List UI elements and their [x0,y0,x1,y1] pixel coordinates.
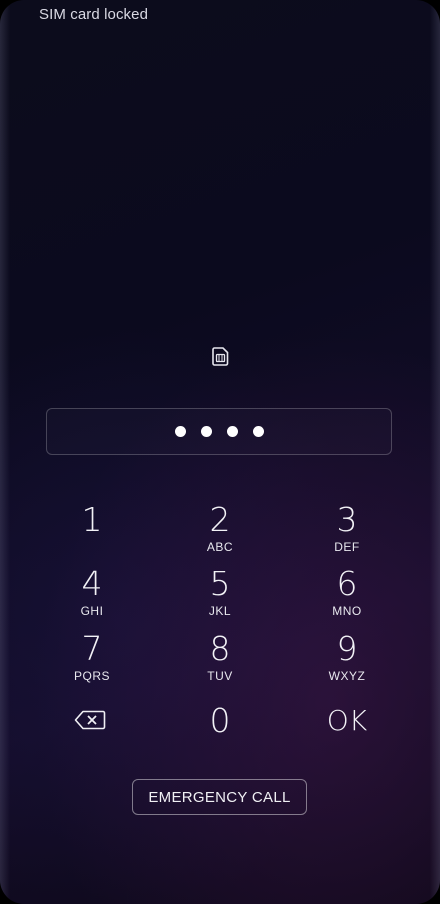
pin-input-field[interactable] [46,408,392,455]
key-letters: MNO [332,604,362,618]
key-letters: ABC [206,540,234,554]
pin-dot [252,426,264,437]
key-6[interactable]: 6 MNO [302,567,392,625]
backspace-icon[interactable] [74,710,106,730]
key-digit: 6 [336,564,358,603]
key-letters: JKL [208,604,232,618]
key-2[interactable]: 2 ABC [175,503,265,561]
pin-dot [174,426,186,437]
key-digit: 2 [209,500,231,539]
pin-dots [47,409,391,454]
sim-unlock-screen: SIM card locked 1 2 ABC 3 DEF 4 GHI 5 JK… [0,0,440,904]
screen-edge-left [0,0,10,904]
key-letters: GHI [80,604,104,618]
key-digit: 5 [209,564,231,603]
key-digit: 3 [336,500,358,539]
key-digit: 8 [209,629,231,668]
status-text: SIM card locked [39,6,149,23]
key-7[interactable]: 7 PQRS [47,632,137,690]
key-3[interactable]: 3 DEF [302,503,392,561]
key-9[interactable]: 9 WXYZ [302,632,392,690]
emergency-call-button[interactable]: EMERGENCY CALL [132,779,307,815]
key-1[interactable]: 1 [47,503,137,561]
key-digit: 0 [209,701,231,740]
screen-edge-right [430,0,440,904]
sim-card-icon [212,347,229,366]
ok-button[interactable]: OK [302,704,392,762]
key-digit: 4 [81,564,103,603]
key-digit: 1 [81,500,103,539]
ok-label: OK [326,704,368,737]
key-8[interactable]: 8 TUV [175,632,265,690]
pin-dot [226,426,238,437]
key-5[interactable]: 5 JKL [175,567,265,625]
key-letters: DEF [334,540,360,554]
key-digit: 9 [336,629,358,668]
key-letters: PQRS [73,669,110,683]
key-letters: WXYZ [328,669,366,683]
key-4[interactable]: 4 GHI [47,567,137,625]
pin-dot [200,426,212,437]
key-letters: TUV [207,669,233,683]
key-0[interactable]: 0 [175,704,265,762]
key-digit: 7 [81,629,103,668]
